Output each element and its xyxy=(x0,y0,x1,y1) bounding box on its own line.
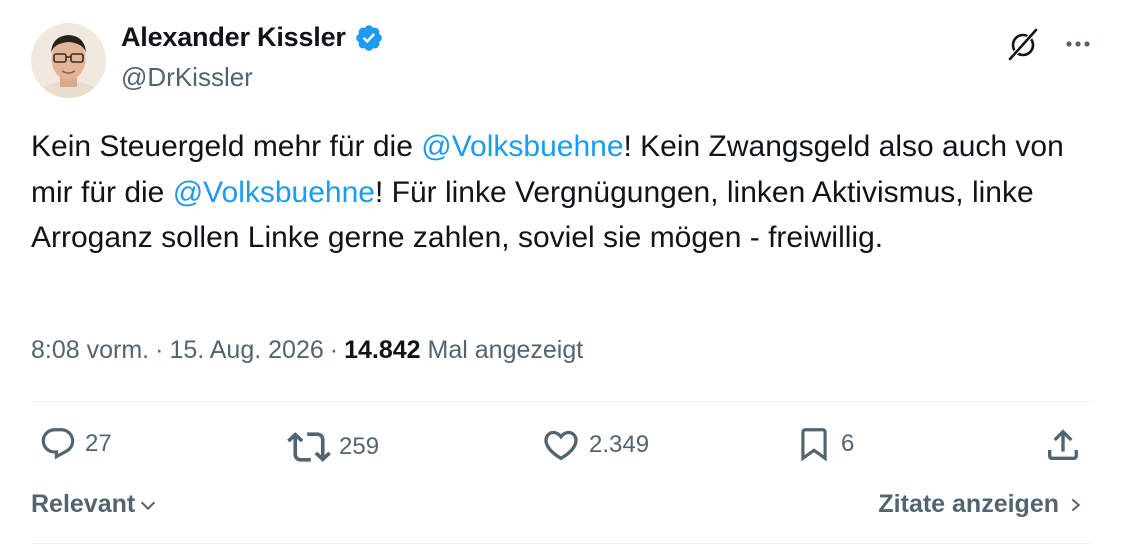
author-handle[interactable]: @DrKissler xyxy=(121,62,253,93)
avatar[interactable] xyxy=(31,23,106,98)
mention-link[interactable]: @Volksbuehne xyxy=(173,176,375,209)
reply-button[interactable]: 27 xyxy=(39,425,112,463)
share-icon xyxy=(1048,429,1078,460)
bookmark-icon xyxy=(801,428,827,462)
tweet-meta: 8:08 vorm. · 15. Aug. 2026 · 14.842 Mal … xyxy=(31,336,583,365)
divider xyxy=(31,401,1093,402)
tweet-text-segment: Kein Steuergeld mehr für die xyxy=(31,130,422,163)
view-quotes-link[interactable]: Zitate anzeigen xyxy=(878,490,1085,519)
grok-icon[interactable] xyxy=(1005,26,1041,62)
top-actions xyxy=(1005,26,1093,62)
bookmark-button[interactable]: 6 xyxy=(795,425,854,463)
author-name-row[interactable]: Alexander Kissler xyxy=(121,22,384,53)
tweet-date[interactable]: 15. Aug. 2026 xyxy=(169,336,323,365)
bookmark-count: 6 xyxy=(841,430,855,457)
action-bar: 27 259 2.349 6 xyxy=(31,425,1093,469)
views-count: 14.842 xyxy=(344,336,421,364)
replies-header: Relevant Zitate anzeigen xyxy=(31,490,1093,526)
meta-separator: · xyxy=(329,336,339,364)
chevron-down-icon xyxy=(141,501,156,510)
mention-link[interactable]: @Volksbuehne xyxy=(421,130,623,163)
share-button[interactable] xyxy=(1043,425,1083,465)
verified-badge-icon[interactable] xyxy=(354,23,384,53)
sort-dropdown[interactable]: Relevant xyxy=(31,490,159,519)
like-icon xyxy=(544,430,578,461)
like-button[interactable]: 2.349 xyxy=(541,425,649,465)
sort-label: Relevant xyxy=(31,490,136,518)
repost-button[interactable]: 259 xyxy=(287,425,379,469)
reply-count: 27 xyxy=(85,430,112,457)
reply-icon xyxy=(41,428,75,460)
like-count: 2.349 xyxy=(589,431,650,458)
quotes-label: Zitate anzeigen xyxy=(878,490,1059,518)
tweet-text: Kein Steuergeld mehr für die @Volksbuehn… xyxy=(31,124,1101,261)
tweet-time[interactable]: 8:08 vorm. xyxy=(31,336,149,365)
meta-separator: · xyxy=(155,336,164,364)
author-display-name[interactable]: Alexander Kissler xyxy=(121,22,346,53)
divider xyxy=(31,543,1093,544)
avatar-image xyxy=(31,23,106,98)
repost-icon xyxy=(287,432,331,462)
repost-count: 259 xyxy=(339,433,380,460)
views-label: Mal angezeigt xyxy=(427,336,584,364)
more-icon[interactable] xyxy=(1063,29,1093,59)
chevron-right-icon xyxy=(1071,498,1081,511)
